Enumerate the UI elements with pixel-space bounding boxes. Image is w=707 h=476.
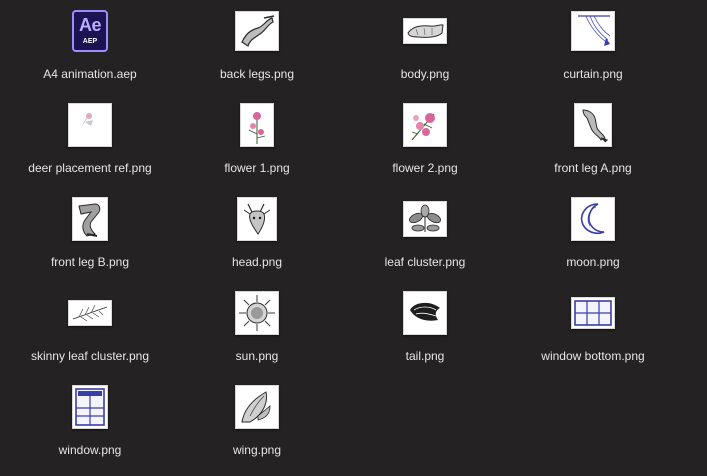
file-name-label: curtain.png [563, 67, 623, 81]
file-item-tail[interactable]: tail.png [341, 288, 509, 368]
file-name-label: body.png [400, 67, 450, 81]
file-item-front-leg-a[interactable]: front leg A.png [509, 100, 677, 180]
file-item-body[interactable]: body.png [341, 6, 509, 86]
deer-placement-thumbnail-icon [68, 103, 112, 147]
wing-thumbnail-icon [235, 385, 279, 429]
tail-thumbnail-icon [403, 291, 447, 335]
file-icon-frame [64, 194, 116, 244]
file-name-label: sun.png [235, 349, 279, 363]
file-name-label: leaf cluster.png [384, 255, 466, 269]
file-item-skinny-leaf-cluster[interactable]: skinny leaf cluster.png [6, 288, 174, 368]
file-item-front-leg-b[interactable]: front leg B.png [6, 194, 174, 274]
file-item-a4-animation[interactable]: Ae AEP A4 animation.aep [6, 6, 174, 86]
file-item-sun[interactable]: sun.png [173, 288, 341, 368]
file-icon-frame [231, 6, 283, 56]
file-icon-frame [231, 288, 283, 338]
body-thumbnail-icon [403, 18, 447, 44]
file-item-wing[interactable]: wing.png [173, 382, 341, 462]
sun-thumbnail-icon [235, 291, 279, 335]
file-name-label: flower 1.png [224, 161, 290, 175]
moon-thumbnail-icon [571, 197, 615, 241]
file-item-flower-2[interactable]: flower 2.png [341, 100, 509, 180]
skinny-leaf-thumbnail-icon [68, 300, 112, 326]
file-icon-frame [567, 194, 619, 244]
file-item-flower-1[interactable]: flower 1.png [173, 100, 341, 180]
file-name-label: deer placement ref.png [28, 161, 152, 175]
file-item-moon[interactable]: moon.png [509, 194, 677, 274]
file-icon-frame: Ae AEP [64, 6, 116, 56]
ae-type-text: AEP [82, 38, 98, 45]
file-name-label: wing.png [232, 443, 282, 457]
flower-thumbnail-icon [403, 103, 447, 147]
file-icon-frame [64, 100, 116, 150]
after-effects-project-icon: Ae AEP [72, 10, 108, 52]
file-icon-frame [567, 6, 619, 56]
file-name-label: window bottom.png [541, 349, 645, 363]
file-item-deer-placement-ref[interactable]: deer placement ref.png [6, 100, 174, 180]
file-name-label: front leg B.png [50, 255, 130, 269]
window-bottom-thumbnail-icon [571, 297, 615, 329]
file-name-label: head.png [231, 255, 283, 269]
front-leg-thumbnail-icon [574, 103, 612, 147]
curtain-thumbnail-icon [571, 11, 615, 51]
file-name-label: flower 2.png [392, 161, 458, 175]
file-name-label: skinny leaf cluster.png [30, 349, 150, 363]
head-thumbnail-icon [237, 197, 277, 241]
file-icon-frame [64, 382, 116, 432]
leaf-cluster-thumbnail-icon [403, 201, 447, 237]
file-item-back-legs[interactable]: back legs.png [173, 6, 341, 86]
file-icon-frame [231, 194, 283, 244]
ae-badge-text: Ae [78, 15, 102, 35]
file-icon-frame [567, 100, 619, 150]
file-icon-frame [231, 382, 283, 432]
file-icon-grid: Ae AEP A4 animation.aep back legs.png bo… [0, 0, 707, 476]
file-icon-frame [231, 100, 283, 150]
file-name-label: front leg A.png [554, 161, 632, 175]
file-icon-frame [399, 100, 451, 150]
file-icon-frame [64, 288, 116, 338]
file-icon-frame [399, 6, 451, 56]
file-name-label: moon.png [566, 255, 620, 269]
file-item-curtain[interactable]: curtain.png [509, 6, 677, 86]
front-leg-thumbnail-icon [72, 197, 108, 241]
file-item-window[interactable]: window.png [6, 382, 174, 462]
file-icon-frame [399, 194, 451, 244]
file-icon-frame [567, 288, 619, 338]
flower-thumbnail-icon [240, 103, 274, 147]
file-item-leaf-cluster[interactable]: leaf cluster.png [341, 194, 509, 274]
file-name-label: tail.png [405, 349, 445, 363]
file-icon-frame [399, 288, 451, 338]
file-name-label: back legs.png [219, 67, 295, 81]
file-name-label: window.png [58, 443, 122, 457]
file-item-window-bottom[interactable]: window bottom.png [509, 288, 677, 368]
file-name-label: A4 animation.aep [43, 67, 137, 81]
file-item-head[interactable]: head.png [173, 194, 341, 274]
window-thumbnail-icon [72, 385, 108, 429]
back-legs-thumbnail-icon [235, 11, 279, 51]
